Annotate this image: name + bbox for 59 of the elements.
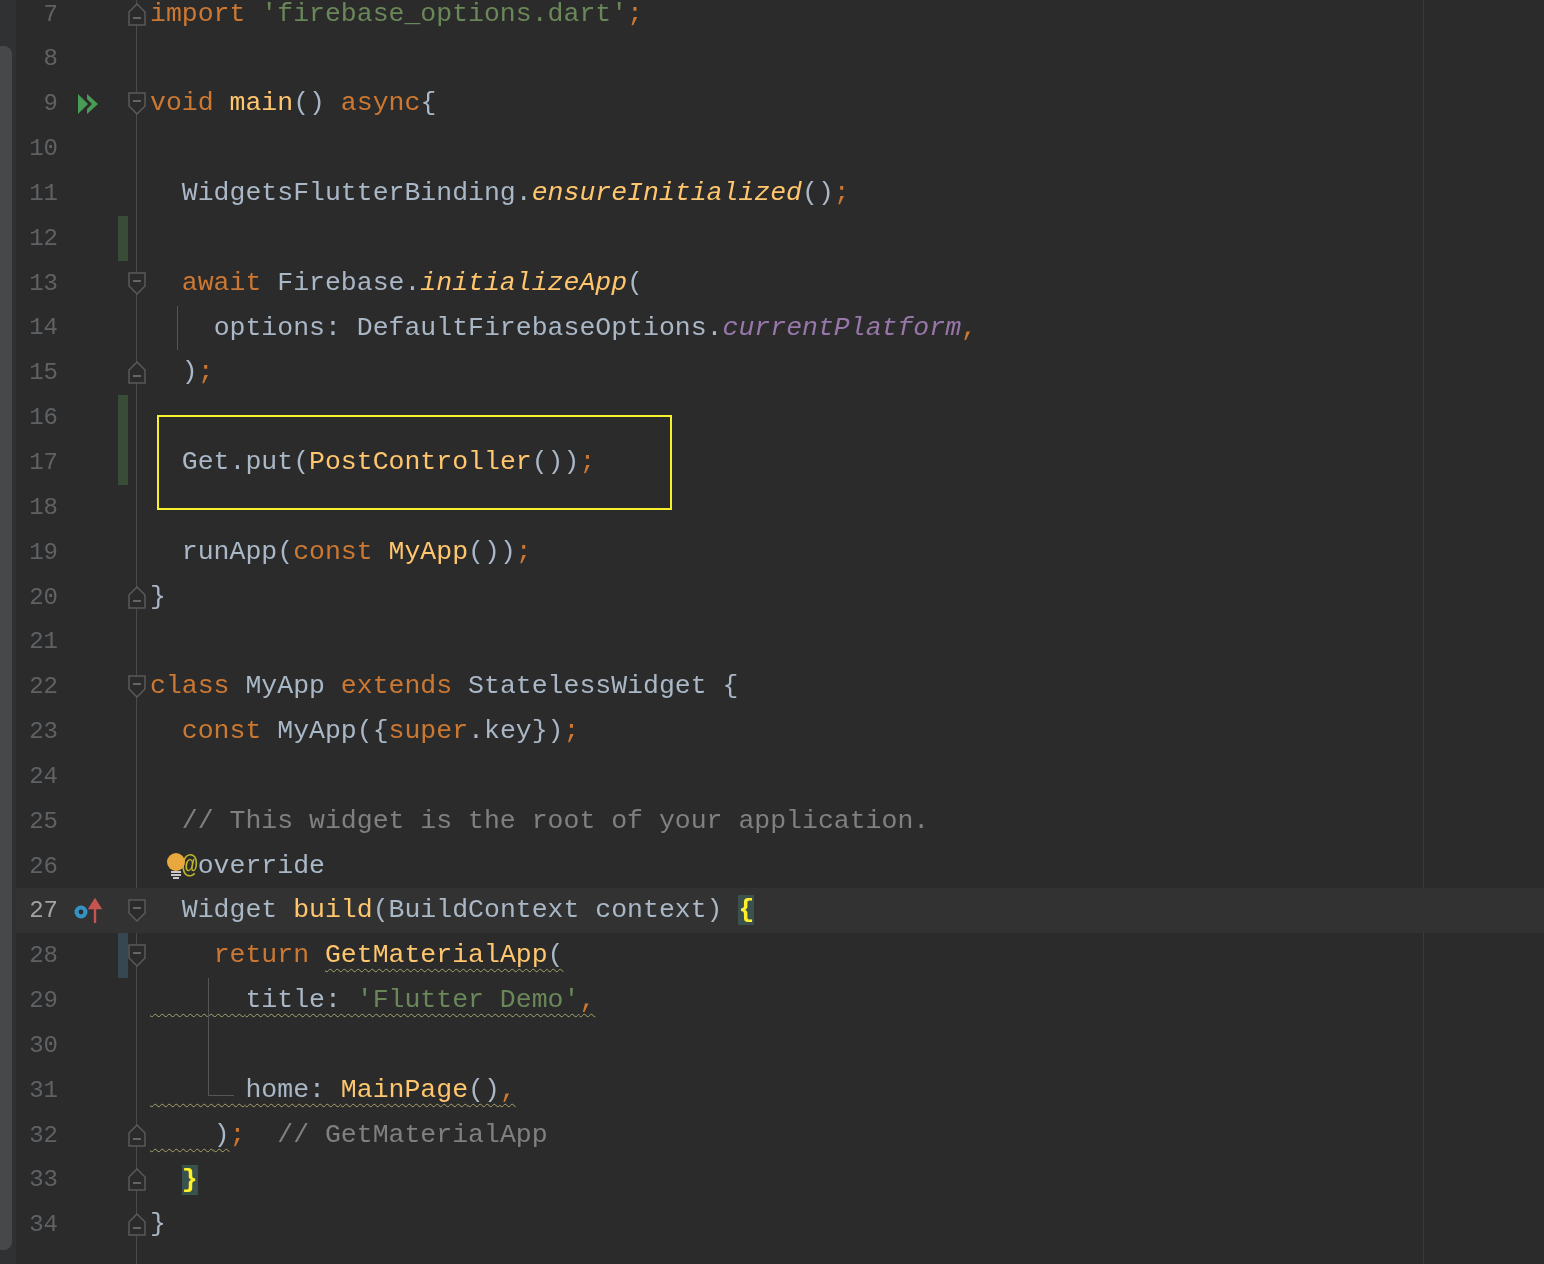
code-line: const MyApp({super.key}); (181, 715, 580, 749)
fold-end-icon[interactable] (128, 1123, 146, 1147)
fold-icon[interactable] (128, 675, 146, 699)
fold-icon[interactable] (128, 899, 146, 923)
code-line: Widget build(BuildContext context) { (181, 894, 755, 928)
line-number: 15 (28, 359, 58, 387)
line-number: 22 (28, 673, 58, 701)
line-number: 16 (28, 404, 58, 432)
override-icon[interactable] (73, 897, 103, 924)
line-number: 9 (42, 90, 58, 118)
line-number: 8 (42, 45, 58, 73)
fold-end-icon[interactable] (128, 2, 146, 26)
code-line: options: DefaultFirebaseOptions.currentPlatform, (213, 311, 977, 345)
fold-icon[interactable] (128, 92, 146, 116)
code-line: } (150, 1208, 166, 1242)
line-number: 34 (28, 1211, 58, 1239)
code-line: WidgetsFlutterBinding.ensureInitialized(); (181, 177, 850, 210)
line-number: 30 (28, 1031, 58, 1059)
code-line: ); (181, 356, 214, 390)
line-number: 28 (28, 942, 58, 970)
line-number: 10 (28, 135, 58, 163)
code-line: return GetMaterialApp( (213, 939, 564, 973)
line-number: 18 (28, 493, 58, 521)
line-number: 32 (28, 1121, 58, 1149)
fold-end-icon[interactable] (128, 361, 146, 385)
fold-end-icon[interactable] (128, 1213, 146, 1237)
fold-icon[interactable] (128, 944, 146, 968)
line-number: 19 (28, 538, 58, 566)
fold-end-icon[interactable] (128, 1168, 146, 1192)
line-number: 20 (28, 583, 58, 611)
line-number: 31 (28, 1076, 58, 1104)
line-number: 33 (28, 1166, 58, 1194)
code-line: } (150, 580, 166, 614)
line-number: 23 (28, 718, 58, 746)
line-number: 13 (28, 269, 58, 297)
line-number: 7 (42, 0, 58, 28)
line-number: 17 (28, 448, 58, 476)
line-number: 29 (28, 987, 58, 1015)
line-number: 24 (28, 762, 58, 790)
line-number: 25 (28, 807, 58, 835)
code-line: await Firebase.initializeApp( (181, 266, 643, 300)
line-number: 21 (28, 628, 58, 656)
code-comment: // This widget is the root of your application. (181, 804, 930, 838)
code-line: home: MainPage(), (245, 1073, 516, 1107)
fold-end-icon[interactable] (128, 585, 146, 609)
code-line: ); // GetMaterialApp (213, 1118, 548, 1152)
line-number: 27 (28, 897, 58, 925)
line-number: 12 (28, 224, 58, 252)
code-line: void main() async{ (150, 87, 437, 121)
code-line: Get.put(PostController()); (181, 446, 596, 480)
line-number: 11 (28, 179, 58, 207)
code-line: runApp(const MyApp()); (181, 535, 532, 569)
fold-icon[interactable] (128, 271, 146, 295)
line-number: 14 (28, 314, 58, 342)
run-icon[interactable] (77, 92, 99, 115)
code-line: import 'firebase_options.dart'; (150, 0, 643, 31)
code-line: title: 'Flutter Demo', (245, 984, 596, 1018)
line-number: 26 (28, 852, 58, 880)
code-line: class MyApp extends StatelessWidget { (150, 670, 739, 704)
